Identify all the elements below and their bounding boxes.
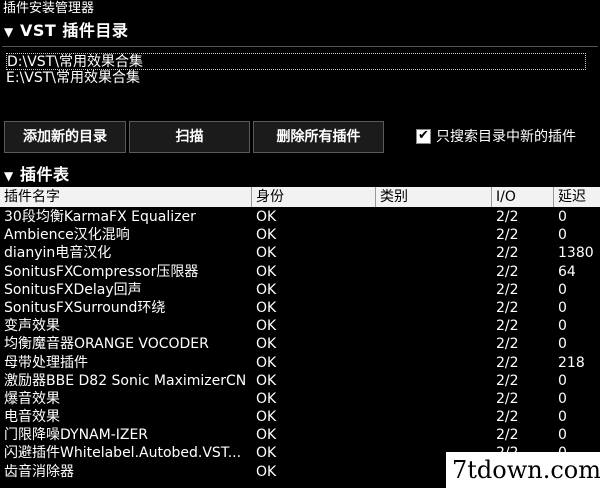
watermark: 7tdown.com bbox=[446, 452, 600, 488]
new-plugins-only-label: 只搜索目录中新的插件 bbox=[436, 129, 576, 145]
column-header-status[interactable]: 身份 bbox=[252, 187, 376, 207]
cell-io: 2/2 bbox=[496, 390, 519, 407]
cell-latency: 1380 bbox=[558, 245, 594, 262]
cell-status: OK bbox=[256, 299, 277, 316]
cell-status: OK bbox=[256, 336, 277, 353]
cell-io: 2/2 bbox=[496, 299, 519, 316]
table-row[interactable]: 变声效果 OK 2/2 0 bbox=[0, 317, 600, 335]
plugin-table-section-header[interactable]: ▼ 插件表 bbox=[0, 164, 600, 186]
cell-io: 2/2 bbox=[496, 409, 519, 426]
vst-section-header[interactable]: ▼ VST 插件目录 bbox=[0, 20, 600, 42]
cell-io: 2/2 bbox=[496, 281, 519, 298]
cell-latency: 0 bbox=[558, 209, 567, 225]
cell-status: OK bbox=[256, 445, 277, 462]
cell-name: dianyin电音汉化 bbox=[4, 245, 112, 262]
cell-status: OK bbox=[256, 281, 277, 298]
cell-io: 2/2 bbox=[496, 245, 519, 262]
cell-name: 电音效果 bbox=[4, 409, 60, 426]
cell-io: 2/2 bbox=[496, 354, 519, 371]
cell-status: OK bbox=[256, 372, 277, 389]
table-row[interactable]: 门限降噪DYNAM-IZER OK 2/2 0 bbox=[0, 426, 600, 444]
new-plugins-only-option[interactable]: 只搜索目录中新的插件 bbox=[416, 127, 576, 146]
column-header-io[interactable]: I/O bbox=[492, 187, 554, 207]
delete-all-plugins-button[interactable]: 删除所有插件 bbox=[253, 121, 384, 153]
cell-io: 2/2 bbox=[496, 318, 519, 335]
table-row[interactable]: 电音效果 OK 2/2 0 bbox=[0, 408, 600, 426]
table-row[interactable]: 30段均衡KarmaFX Equalizer OK 2/2 0 bbox=[0, 208, 600, 226]
cell-latency: 0 bbox=[558, 281, 567, 298]
cell-latency: 0 bbox=[558, 299, 567, 316]
cell-latency: 0 bbox=[558, 318, 567, 335]
cell-latency: 0 bbox=[558, 409, 567, 426]
cell-io: 2/2 bbox=[496, 227, 519, 244]
add-directory-button[interactable]: 添加新的目录 bbox=[4, 121, 126, 153]
cell-io: 2/2 bbox=[496, 372, 519, 389]
cell-status: OK bbox=[256, 263, 277, 280]
table-body: 30段均衡KarmaFX Equalizer OK 2/2 0 Ambience汉化混响… bbox=[0, 208, 600, 481]
cell-name: 均衡魔音器ORANGE VOCODER bbox=[4, 336, 209, 353]
cell-latency: 0 bbox=[558, 227, 567, 244]
cell-latency: 64 bbox=[558, 263, 576, 280]
cell-status: OK bbox=[256, 227, 277, 244]
cell-name: Ambience汉化混响 bbox=[4, 227, 130, 244]
scan-button[interactable]: 扫描 bbox=[129, 121, 250, 153]
path-list: D:\VST\常用效果合集 E:\VST\常用效果合集 bbox=[6, 53, 590, 87]
cell-latency: 0 bbox=[558, 372, 567, 389]
cell-name: 30段均衡KarmaFX Equalizer bbox=[4, 209, 196, 225]
cell-latency: 0 bbox=[558, 427, 567, 444]
path-item[interactable]: D:\VST\常用效果合集 bbox=[6, 53, 586, 70]
table-row[interactable]: 母带处理插件 OK 2/2 218 bbox=[0, 354, 600, 372]
cell-name: SonitusFXCompressor压限器 bbox=[4, 263, 199, 280]
cell-status: OK bbox=[256, 318, 277, 335]
cell-status: OK bbox=[256, 245, 277, 262]
cell-name: SonitusFXDelay回声 bbox=[4, 281, 142, 298]
cell-name: SonitusFXSurround环绕 bbox=[4, 299, 166, 316]
cell-status: OK bbox=[256, 409, 277, 426]
cell-status: OK bbox=[256, 354, 277, 371]
cell-status: OK bbox=[256, 427, 277, 444]
cell-io: 2/2 bbox=[496, 263, 519, 280]
table-row[interactable]: 均衡魔音器ORANGE VOCODER OK 2/2 0 bbox=[0, 335, 600, 353]
column-header-name[interactable]: 插件名字 bbox=[0, 187, 252, 207]
collapse-triangle-icon[interactable]: ▼ bbox=[4, 21, 20, 43]
table-row[interactable]: SonitusFXSurround环绕 OK 2/2 0 bbox=[0, 299, 600, 317]
cell-name: 激励器BBE D82 Sonic MaximizerCN bbox=[4, 372, 247, 389]
table-row[interactable]: dianyin电音汉化 OK 2/2 1380 bbox=[0, 244, 600, 262]
column-header-latency[interactable]: 延迟 bbox=[554, 187, 600, 207]
table-row[interactable]: SonitusFXCompressor压限器 OK 2/2 64 bbox=[0, 263, 600, 281]
plugin-table-title: 插件表 bbox=[20, 165, 70, 184]
cell-latency: 218 bbox=[558, 354, 585, 371]
table-row[interactable]: 激励器BBE D82 Sonic MaximizerCN OK 2/2 0 bbox=[0, 372, 600, 390]
table-row[interactable]: SonitusFXDelay回声 OK 2/2 0 bbox=[0, 281, 600, 299]
vst-path-panel: D:\VST\常用效果合集 E:\VST\常用效果合集 bbox=[2, 46, 598, 118]
window-title: 插件安装管理器 bbox=[0, 0, 600, 18]
cell-latency: 0 bbox=[558, 390, 567, 407]
table-row[interactable]: 爆音效果 OK 2/2 0 bbox=[0, 390, 600, 408]
cell-latency: 0 bbox=[558, 336, 567, 353]
table-row[interactable]: Ambience汉化混响 OK 2/2 0 bbox=[0, 226, 600, 244]
cell-name: 爆音效果 bbox=[4, 390, 60, 407]
collapse-triangle-icon[interactable]: ▼ bbox=[4, 165, 20, 187]
table-header-row: 插件名字 身份 类别 I/O 延迟 bbox=[0, 187, 600, 207]
new-plugins-only-checkbox[interactable] bbox=[416, 127, 431, 145]
vst-section-title: VST 插件目录 bbox=[20, 21, 129, 40]
cell-status: OK bbox=[256, 463, 277, 480]
cell-name: 变声效果 bbox=[4, 318, 60, 335]
cell-status: OK bbox=[256, 390, 277, 407]
cell-name: 母带处理插件 bbox=[4, 354, 88, 371]
column-header-category[interactable]: 类别 bbox=[376, 187, 492, 207]
cell-io: 2/2 bbox=[496, 209, 519, 225]
cell-name: 闪避插件Whitelabel.Autobed.VST... bbox=[4, 445, 242, 462]
path-item[interactable]: E:\VST\常用效果合集 bbox=[6, 70, 590, 87]
cell-io: 2/2 bbox=[496, 336, 519, 353]
cell-name: 门限降噪DYNAM-IZER bbox=[4, 427, 149, 444]
cell-status: OK bbox=[256, 209, 277, 225]
cell-name: 齿音消除器 bbox=[4, 463, 74, 480]
plugin-table: 插件名字 身份 类别 I/O 延迟 30段均衡KarmaFX Equalizer… bbox=[0, 187, 600, 488]
cell-io: 2/2 bbox=[496, 427, 519, 444]
